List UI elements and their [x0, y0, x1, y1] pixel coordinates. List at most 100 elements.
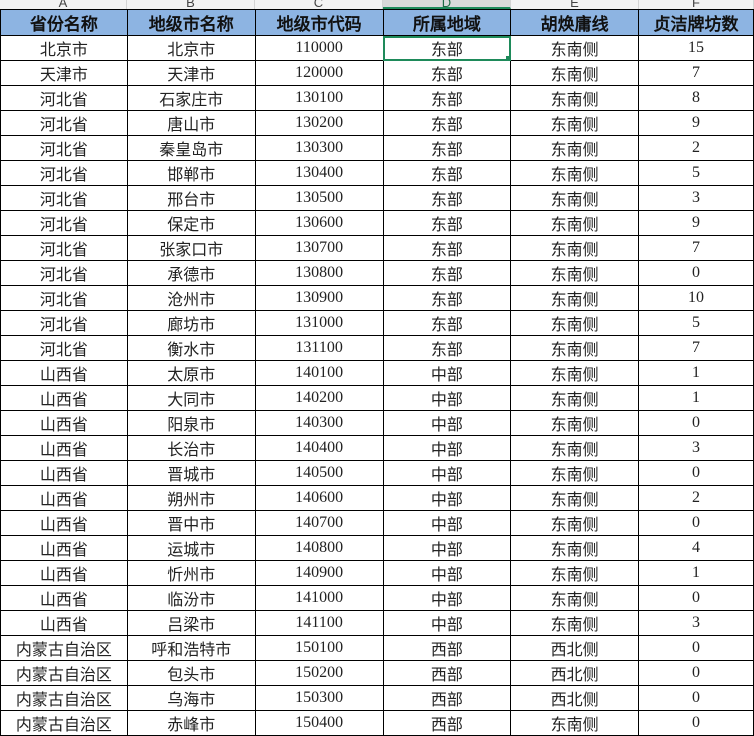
cell-city-code[interactable]: 130400 — [254, 160, 384, 186]
cell-city-code[interactable]: 120000 — [254, 60, 384, 86]
cell-city-code[interactable]: 130700 — [254, 235, 384, 261]
cell-city-code[interactable]: 140300 — [254, 410, 384, 436]
cell-chastity-arch-count[interactable]: 7 — [638, 60, 754, 86]
cell-city-name[interactable]: 邯郸市 — [126, 160, 256, 186]
cell-hu-line[interactable]: 西北侧 — [510, 635, 640, 661]
cell-chastity-arch-count[interactable]: 3 — [638, 435, 754, 461]
cell-province-name[interactable]: 天津市 — [0, 60, 128, 86]
cell-city-name[interactable]: 乌海市 — [126, 685, 256, 711]
header-hu-line[interactable]: 胡焕庸线 — [510, 9, 640, 36]
cell-province-name[interactable]: 河北省 — [0, 185, 128, 211]
cell-hu-line[interactable]: 东南侧 — [510, 35, 640, 61]
cell-chastity-arch-count[interactable]: 9 — [638, 110, 754, 136]
cell-region[interactable]: 中部 — [382, 360, 512, 386]
cell-chastity-arch-count[interactable]: 5 — [638, 160, 754, 186]
cell-city-code[interactable]: 140600 — [254, 485, 384, 511]
cell-province-name[interactable]: 河北省 — [0, 335, 128, 361]
column-letter-b[interactable]: B — [127, 0, 255, 10]
cell-city-code[interactable]: 141100 — [254, 610, 384, 636]
cell-chastity-arch-count[interactable]: 4 — [638, 535, 754, 561]
cell-province-name[interactable]: 河北省 — [0, 210, 128, 236]
cell-city-code[interactable]: 130300 — [254, 135, 384, 161]
cell-hu-line[interactable]: 东南侧 — [510, 135, 640, 161]
cell-city-name[interactable]: 太原市 — [126, 360, 256, 386]
column-letter-e[interactable]: E — [511, 0, 639, 10]
cell-city-name[interactable]: 唐山市 — [126, 110, 256, 136]
cell-hu-line[interactable]: 东南侧 — [510, 485, 640, 511]
cell-region[interactable]: 东部 — [382, 60, 512, 86]
cell-city-name[interactable]: 保定市 — [126, 210, 256, 236]
cell-chastity-arch-count[interactable]: 0 — [638, 685, 754, 711]
cell-region[interactable]: 东部 — [382, 260, 512, 286]
cell-city-name[interactable]: 大同市 — [126, 385, 256, 411]
cell-city-name[interactable]: 北京市 — [126, 35, 256, 61]
cell-region[interactable]: 中部 — [382, 485, 512, 511]
cell-region[interactable]: 中部 — [382, 385, 512, 411]
cell-hu-line[interactable]: 东南侧 — [510, 610, 640, 636]
cell-province-name[interactable]: 内蒙古自治区 — [0, 685, 128, 711]
cell-province-name[interactable]: 河北省 — [0, 110, 128, 136]
cell-chastity-arch-count[interactable]: 5 — [638, 310, 754, 336]
header-chastity-arch-count[interactable]: 贞洁牌坊数 — [638, 9, 754, 36]
cell-city-code[interactable]: 130600 — [254, 210, 384, 236]
cell-city-code[interactable]: 130100 — [254, 85, 384, 111]
cell-chastity-arch-count[interactable]: 0 — [638, 260, 754, 286]
cell-city-name[interactable]: 秦皇岛市 — [126, 135, 256, 161]
cell-region[interactable]: 东部 — [382, 110, 512, 136]
cell-hu-line[interactable]: 东南侧 — [510, 185, 640, 211]
cell-hu-line[interactable]: 东南侧 — [510, 235, 640, 261]
cell-chastity-arch-count[interactable]: 8 — [638, 85, 754, 111]
cell-city-name[interactable]: 吕梁市 — [126, 610, 256, 636]
cell-city-code[interactable]: 150400 — [254, 710, 384, 736]
cell-hu-line[interactable]: 东南侧 — [510, 85, 640, 111]
cell-chastity-arch-count[interactable]: 0 — [638, 710, 754, 736]
cell-hu-line[interactable]: 东南侧 — [510, 510, 640, 536]
cell-province-name[interactable]: 山西省 — [0, 360, 128, 386]
cell-city-name[interactable]: 天津市 — [126, 60, 256, 86]
cell-hu-line[interactable]: 东南侧 — [510, 285, 640, 311]
cell-city-code[interactable]: 130200 — [254, 110, 384, 136]
cell-province-name[interactable]: 山西省 — [0, 460, 128, 486]
cell-region[interactable]: 东部 — [382, 285, 512, 311]
cell-city-name[interactable]: 晋中市 — [126, 510, 256, 536]
cell-province-name[interactable]: 河北省 — [0, 260, 128, 286]
cell-province-name[interactable]: 河北省 — [0, 160, 128, 186]
cell-city-name[interactable]: 廊坊市 — [126, 310, 256, 336]
cell-chastity-arch-count[interactable]: 0 — [638, 410, 754, 436]
cell-region[interactable]: 中部 — [382, 410, 512, 436]
cell-hu-line[interactable]: 东南侧 — [510, 585, 640, 611]
cell-chastity-arch-count[interactable]: 1 — [638, 560, 754, 586]
cell-region[interactable]: 西部 — [382, 710, 512, 736]
cell-city-code[interactable]: 110000 — [254, 35, 384, 61]
cell-province-name[interactable]: 山西省 — [0, 435, 128, 461]
cell-chastity-arch-count[interactable]: 0 — [638, 460, 754, 486]
cell-city-code[interactable]: 140500 — [254, 460, 384, 486]
cell-region[interactable]: 东部 — [382, 335, 512, 361]
cell-hu-line[interactable]: 西北侧 — [510, 660, 640, 686]
cell-city-name[interactable]: 石家庄市 — [126, 85, 256, 111]
cell-chastity-arch-count[interactable]: 0 — [638, 660, 754, 686]
cell-province-name[interactable]: 河北省 — [0, 235, 128, 261]
cell-hu-line[interactable]: 东南侧 — [510, 535, 640, 561]
cell-chastity-arch-count[interactable]: 3 — [638, 185, 754, 211]
cell-city-name[interactable]: 赤峰市 — [126, 710, 256, 736]
cell-city-name[interactable]: 邢台市 — [126, 185, 256, 211]
cell-hu-line[interactable]: 东南侧 — [510, 160, 640, 186]
cell-region[interactable]: 东部 — [382, 310, 512, 336]
cell-city-name[interactable]: 运城市 — [126, 535, 256, 561]
cell-province-name[interactable]: 山西省 — [0, 610, 128, 636]
cell-province-name[interactable]: 内蒙古自治区 — [0, 710, 128, 736]
cell-city-code[interactable]: 141000 — [254, 585, 384, 611]
cell-province-name[interactable]: 山西省 — [0, 485, 128, 511]
cell-province-name[interactable]: 内蒙古自治区 — [0, 635, 128, 661]
cell-city-code[interactable]: 130800 — [254, 260, 384, 286]
cell-city-code[interactable]: 130500 — [254, 185, 384, 211]
cell-province-name[interactable]: 北京市 — [0, 35, 128, 61]
cell-city-code[interactable]: 131100 — [254, 335, 384, 361]
cell-chastity-arch-count[interactable]: 2 — [638, 485, 754, 511]
header-city-name[interactable]: 地级市名称 — [126, 9, 256, 36]
cell-chastity-arch-count[interactable]: 15 — [638, 35, 754, 61]
cell-hu-line[interactable]: 东南侧 — [510, 110, 640, 136]
cell-province-name[interactable]: 山西省 — [0, 510, 128, 536]
cell-hu-line[interactable]: 西北侧 — [510, 685, 640, 711]
